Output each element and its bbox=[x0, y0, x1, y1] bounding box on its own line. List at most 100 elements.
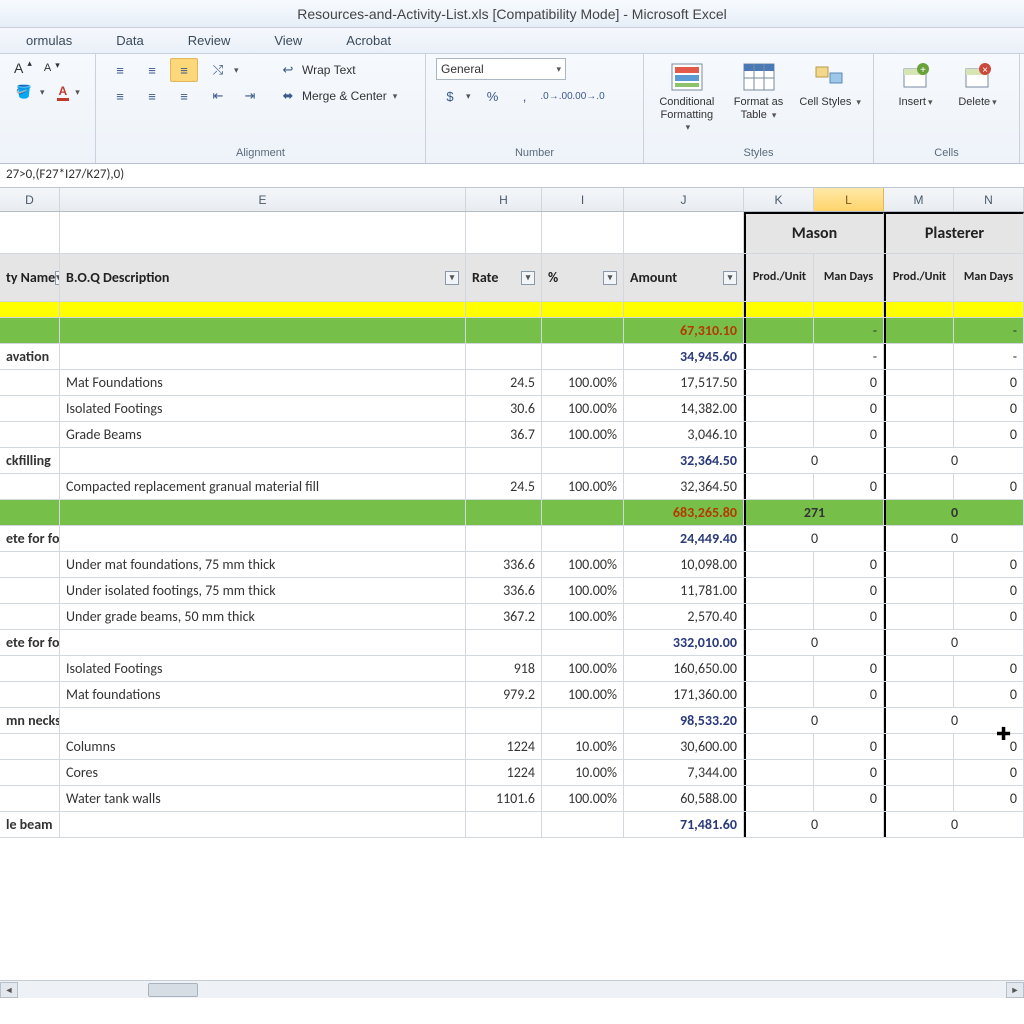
align-center-button[interactable]: ≡ bbox=[138, 84, 166, 108]
col-M[interactable]: M bbox=[884, 188, 954, 211]
amount-cell[interactable]: 160,650.00 bbox=[624, 656, 744, 681]
amount-cell[interactable]: 60,588.00 bbox=[624, 786, 744, 811]
amount-cell[interactable]: 71,481.60 bbox=[624, 812, 744, 837]
amount-cell[interactable]: 32,364.50 bbox=[624, 474, 744, 499]
boq-desc[interactable]: Water tank walls bbox=[60, 786, 466, 811]
cell-styles-button[interactable]: Cell Styles ▾ bbox=[797, 58, 863, 111]
boq-desc[interactable]: Under grade beams, 50 mm thick bbox=[60, 604, 466, 629]
boq-desc[interactable]: Compacted replacement granual material f… bbox=[60, 474, 466, 499]
percent-format-button[interactable]: % bbox=[479, 84, 507, 108]
align-top-button[interactable]: ≡ bbox=[106, 58, 134, 82]
delete-cells-button[interactable]: × Delete▾ bbox=[950, 58, 1006, 111]
plasterer-days[interactable]: 0 bbox=[954, 396, 1024, 421]
boq-desc[interactable]: Under isolated footings, 75 mm thick bbox=[60, 578, 466, 603]
amount-cell[interactable]: 32,364.50 bbox=[624, 448, 744, 473]
pct-cell[interactable]: 100.00% bbox=[542, 422, 624, 447]
boq-desc[interactable]: Cores bbox=[60, 760, 466, 785]
boq-desc[interactable]: Columns bbox=[60, 734, 466, 759]
mason-days[interactable]: 0 bbox=[814, 656, 884, 681]
fill-color-button[interactable]: 🪣▾ bbox=[10, 80, 49, 104]
plasterer-days[interactable]: 0 bbox=[954, 422, 1024, 447]
rate-cell[interactable]: 24.5 bbox=[466, 474, 542, 499]
font-color-button[interactable]: A▾ bbox=[53, 82, 84, 103]
col-E[interactable]: E bbox=[60, 188, 466, 211]
mason-days[interactable]: 0 bbox=[814, 682, 884, 707]
plasterer-days[interactable]: 0 bbox=[954, 760, 1024, 785]
decrease-indent-button[interactable]: ⇤ bbox=[204, 84, 232, 108]
plasterer-days[interactable]: 0 bbox=[954, 474, 1024, 499]
tab-acrobat[interactable]: Acrobat bbox=[324, 28, 413, 53]
pct-cell[interactable]: 100.00% bbox=[542, 604, 624, 629]
activity-name[interactable]: ete for footing bbox=[0, 526, 60, 551]
rate-cell[interactable]: 24.5 bbox=[466, 370, 542, 395]
mason-days[interactable]: 0 bbox=[814, 552, 884, 577]
plasterer-total[interactable]: 0 bbox=[884, 500, 1024, 525]
pct-cell[interactable]: 100.00% bbox=[542, 396, 624, 421]
align-right-button[interactable]: ≡ bbox=[170, 84, 198, 108]
filter-icon[interactable] bbox=[603, 271, 617, 285]
amount-cell[interactable]: 332,010.00 bbox=[624, 630, 744, 655]
col-D[interactable]: D bbox=[0, 188, 60, 211]
pct-cell[interactable]: 100.00% bbox=[542, 656, 624, 681]
pct-cell[interactable]: 100.00% bbox=[542, 474, 624, 499]
mason-days[interactable]: 0 bbox=[814, 474, 884, 499]
pct-cell[interactable]: 100.00% bbox=[542, 786, 624, 811]
number-format-select[interactable]: General ▾ bbox=[436, 58, 566, 80]
rate-cell[interactable]: 336.6 bbox=[466, 552, 542, 577]
amount-cell[interactable]: 30,600.00 bbox=[624, 734, 744, 759]
amount-cell[interactable]: 3,046.10 bbox=[624, 422, 744, 447]
pct-cell[interactable]: 10.00% bbox=[542, 734, 624, 759]
rate-cell[interactable]: 1224 bbox=[466, 734, 542, 759]
activity-name[interactable]: ete for footing bbox=[0, 630, 60, 655]
worksheet-grid[interactable]: Mason Plasterer ty Name B.O.Q Descriptio… bbox=[0, 212, 1024, 998]
font-grow-button[interactable]: A▴ bbox=[10, 58, 36, 78]
mason-days[interactable]: 0 bbox=[814, 396, 884, 421]
decrease-decimal-button[interactable]: .00→.0 bbox=[575, 84, 603, 108]
align-bottom-button[interactable]: ≡ bbox=[170, 58, 198, 82]
insert-cells-button[interactable]: + Insert▾ bbox=[888, 58, 944, 111]
amount-cell[interactable]: 171,360.00 bbox=[624, 682, 744, 707]
col-L[interactable]: L bbox=[814, 188, 884, 211]
rate-cell[interactable]: 1224 bbox=[466, 760, 542, 785]
rate-cell[interactable]: 1101.6 bbox=[466, 786, 542, 811]
tab-data[interactable]: Data bbox=[94, 28, 165, 53]
filter-icon[interactable] bbox=[445, 271, 459, 285]
amount-cell[interactable]: 67,310.10 bbox=[624, 318, 744, 343]
font-shrink-button[interactable]: A▾ bbox=[40, 60, 64, 76]
amount-cell[interactable]: 7,344.00 bbox=[624, 760, 744, 785]
pct-cell[interactable]: 100.00% bbox=[542, 552, 624, 577]
amount-cell[interactable]: 98,533.20 bbox=[624, 708, 744, 733]
mason-days[interactable]: 0 bbox=[814, 422, 884, 447]
mason-days[interactable]: 0 bbox=[814, 786, 884, 811]
mason-days[interactable]: 0 bbox=[814, 760, 884, 785]
boq-desc[interactable]: Under mat foundations, 75 mm thick bbox=[60, 552, 466, 577]
align-middle-button[interactable]: ≡ bbox=[138, 58, 166, 82]
boq-desc[interactable]: Isolated Footings bbox=[60, 656, 466, 681]
conditional-formatting-button[interactable]: Conditional Formatting ▾ bbox=[654, 58, 720, 136]
merge-center-button[interactable]: ⬌Merge & Center▾ bbox=[274, 84, 401, 108]
scroll-left-button[interactable]: ◄ bbox=[0, 982, 18, 998]
col-I[interactable]: I bbox=[542, 188, 624, 211]
col-N[interactable]: N bbox=[954, 188, 1024, 211]
align-left-button[interactable]: ≡ bbox=[106, 84, 134, 108]
rate-cell[interactable]: 36.7 bbox=[466, 422, 542, 447]
format-as-table-button[interactable]: Format as Table ▾ bbox=[726, 58, 792, 123]
activity-name[interactable]: ckfilling bbox=[0, 448, 60, 473]
boq-desc[interactable]: Isolated Footings bbox=[60, 396, 466, 421]
amount-cell[interactable]: 14,382.00 bbox=[624, 396, 744, 421]
amount-cell[interactable]: 11,781.00 bbox=[624, 578, 744, 603]
boq-desc[interactable]: Mat Foundations bbox=[60, 370, 466, 395]
pct-cell[interactable]: 100.00% bbox=[542, 682, 624, 707]
col-H[interactable]: H bbox=[466, 188, 542, 211]
plasterer-days[interactable]: 0 bbox=[954, 786, 1024, 811]
amount-cell[interactable]: 17,517.50 bbox=[624, 370, 744, 395]
wrap-text-button[interactable]: ↩Wrap Text bbox=[274, 58, 401, 82]
rate-cell[interactable]: 367.2 bbox=[466, 604, 542, 629]
boq-desc[interactable]: Mat foundations bbox=[60, 682, 466, 707]
plasterer-days[interactable]: 0 bbox=[954, 734, 1024, 759]
increase-decimal-button[interactable]: .0→.00 bbox=[543, 84, 571, 108]
plasterer-days[interactable]: 0 bbox=[954, 552, 1024, 577]
mason-days[interactable]: 0 bbox=[814, 604, 884, 629]
tab-view[interactable]: View bbox=[252, 28, 324, 53]
mason-days[interactable]: 0 bbox=[814, 578, 884, 603]
